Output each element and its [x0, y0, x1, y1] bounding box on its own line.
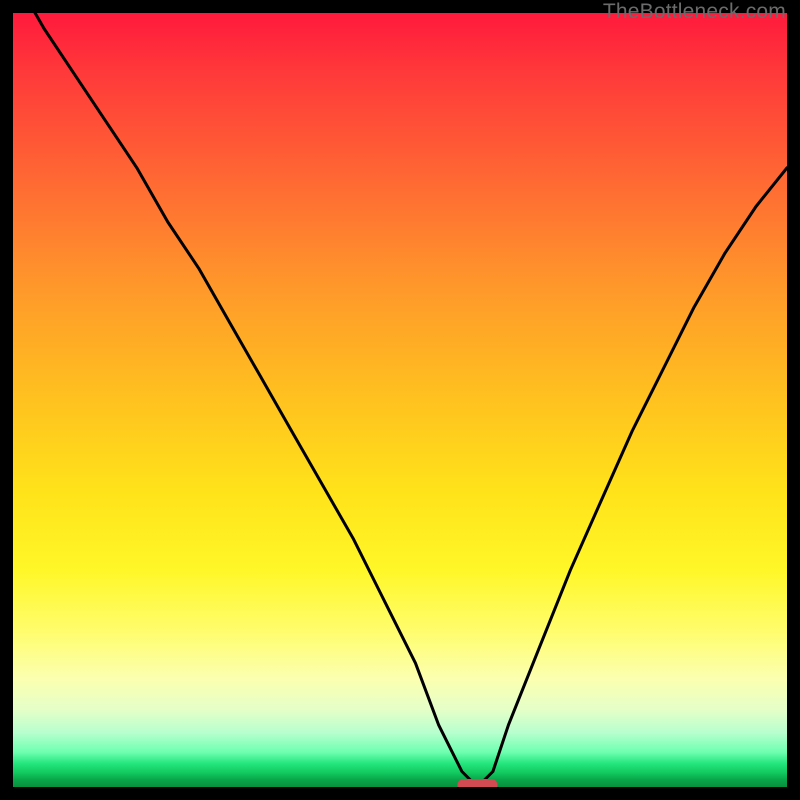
watermark-text: TheBottleneck.com — [603, 0, 786, 24]
plot-background-gradient — [13, 13, 787, 787]
chart-frame: TheBottleneck.com — [0, 0, 800, 800]
